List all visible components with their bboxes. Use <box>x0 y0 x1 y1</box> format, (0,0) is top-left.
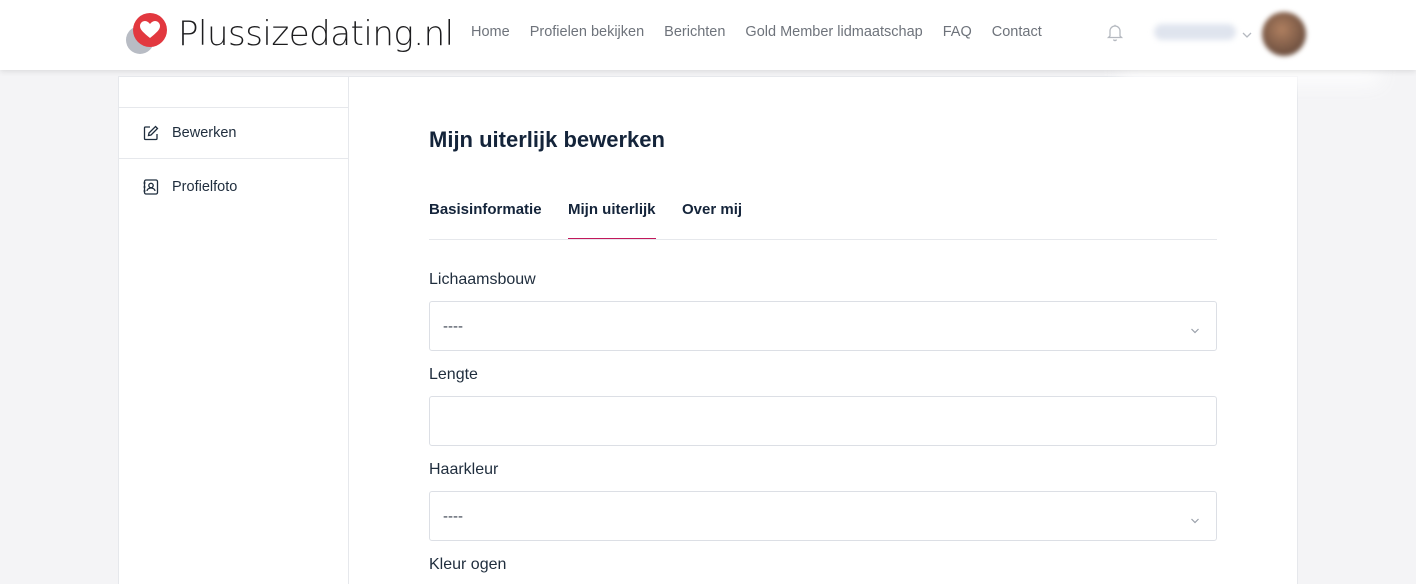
profile-edit-card: Bewerken Profielfoto Mijn uiterlijk bewe… <box>118 76 1298 584</box>
tab-mijn-uiterlijk[interactable]: Mijn uiterlijk <box>568 201 656 239</box>
sidebar-item-label: Profielfoto <box>172 179 238 195</box>
lengte-label: Lengte <box>429 366 478 383</box>
chevron-down-icon <box>1190 512 1200 530</box>
lichaamsbouw-value: ---- <box>443 318 463 335</box>
tab-over-mij[interactable]: Over mij <box>682 201 742 239</box>
nav-contact[interactable]: Contact <box>992 22 1042 42</box>
tab-bar: Basisinformatie Mijn uiterlijk Over mij <box>429 199 1217 240</box>
profile-photo-icon <box>142 178 160 196</box>
main-nav: Home Profielen bekijken Berichten Gold M… <box>471 22 1042 42</box>
page-title: Mijn uiterlijk bewerken <box>429 127 665 152</box>
tab-basisinformatie[interactable]: Basisinformatie <box>429 201 542 239</box>
haarkleur-label: Haarkleur <box>429 461 499 478</box>
username-blurred[interactable] <box>1154 24 1236 40</box>
haarkleur-select[interactable]: ---- <box>429 491 1217 541</box>
lengte-input[interactable] <box>429 396 1217 446</box>
haarkleur-value: ---- <box>443 508 463 525</box>
logo-text: Plussizedating.nl <box>178 14 454 54</box>
kleur-ogen-label: Kleur ogen <box>429 556 507 573</box>
nav-faq[interactable]: FAQ <box>943 22 972 42</box>
logo-heart-icon <box>124 12 170 56</box>
bell-icon[interactable] <box>1105 22 1125 47</box>
nav-gold-member[interactable]: Gold Member lidmaatschap <box>745 22 922 42</box>
lichaamsbouw-label: Lichaamsbouw <box>429 271 536 288</box>
nav-profielen-bekijken[interactable]: Profielen bekijken <box>530 22 644 42</box>
chevron-down-icon[interactable] <box>1241 27 1253 45</box>
avatar[interactable] <box>1262 12 1306 56</box>
sidebar-item-profielfoto[interactable]: Profielfoto <box>119 159 349 215</box>
lichaamsbouw-select[interactable]: ---- <box>429 301 1217 351</box>
chevron-down-icon <box>1190 322 1200 340</box>
site-logo[interactable]: Plussizedating.nl <box>124 12 454 56</box>
nav-home[interactable]: Home <box>471 22 510 42</box>
sidebar-item-bewerken[interactable]: Bewerken <box>119 107 349 159</box>
sidebar: Bewerken Profielfoto <box>119 77 349 584</box>
sidebar-item-label: Bewerken <box>172 125 237 141</box>
edit-icon <box>142 124 160 142</box>
top-header: Plussizedating.nl Home Profielen bekijke… <box>0 0 1416 70</box>
nav-berichten[interactable]: Berichten <box>664 22 725 42</box>
